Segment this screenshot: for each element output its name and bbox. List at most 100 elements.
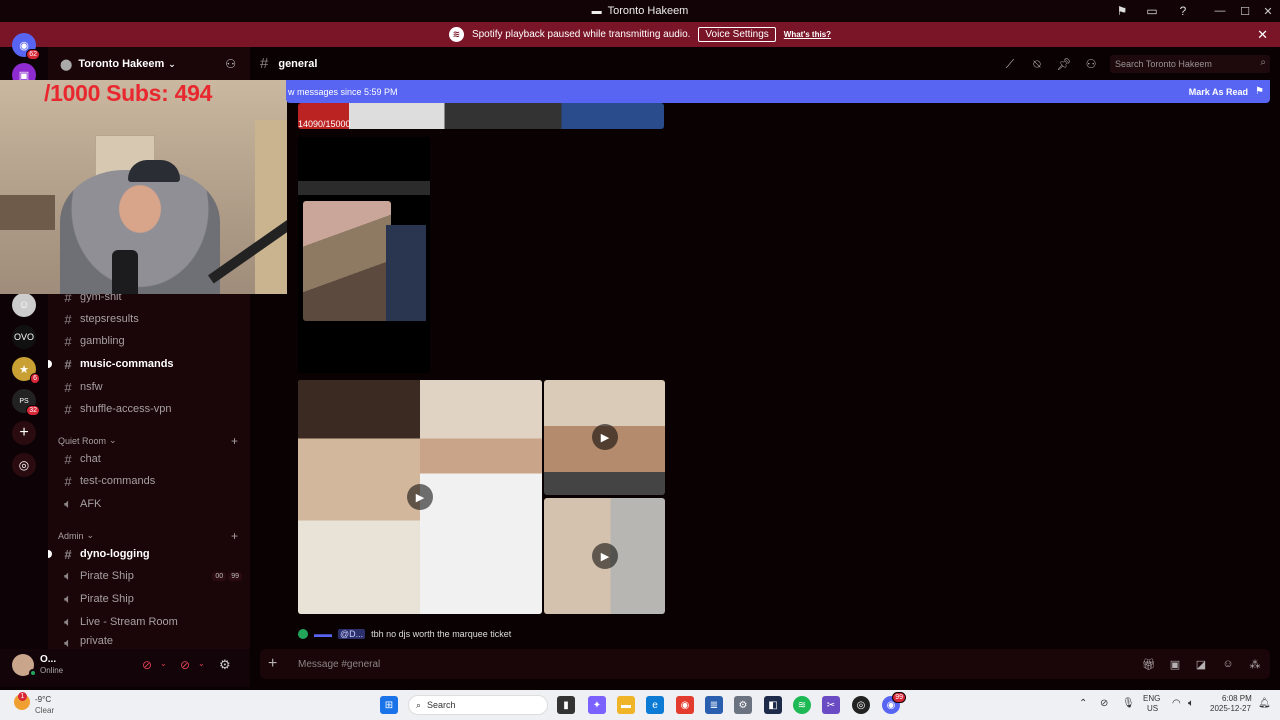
reply-username[interactable]: ▬▬ — [314, 629, 332, 639]
hash-icon: # — [64, 473, 72, 489]
pinned-messages-icon[interactable]: 📌︎ — [1056, 56, 1072, 72]
server-header[interactable]: ⬤ Toronto Hakeem ⌄ ⚇ — [48, 47, 250, 81]
message-input[interactable] — [298, 658, 998, 670]
task-view-icon[interactable]: ▮ — [557, 696, 575, 714]
help-icon[interactable]: ? — [1175, 3, 1191, 19]
clock-date[interactable]: 2025-12-27 — [1210, 704, 1251, 713]
whats-this-link[interactable]: What's this? — [784, 30, 831, 39]
app-icon[interactable]: ◧ — [764, 696, 782, 714]
user-count: 00 — [212, 571, 227, 581]
microphone-icon[interactable]: 🎙︎ — [1122, 698, 1135, 709]
gif-icon[interactable]: ▣ — [1168, 657, 1182, 671]
add-channel-icon[interactable]: + — [231, 434, 238, 448]
discover-icon[interactable]: ◎ — [12, 453, 36, 477]
hash-icon: # — [64, 379, 72, 395]
channel-label: Pirate Ship — [80, 570, 134, 582]
language-top[interactable]: ENG — [1143, 694, 1160, 703]
video-thumbnail-person — [386, 225, 426, 321]
start-windows-icon[interactable]: ⊞ — [380, 696, 398, 714]
channel-label: stepsresults — [80, 313, 139, 325]
channel-music-commands[interactable]: # music-commands — [48, 354, 242, 374]
direct-messages-button[interactable]: ◉ 62 — [12, 33, 40, 60]
clock-time[interactable]: 6:08 PM — [1222, 694, 1252, 703]
maximize-button[interactable]: ☐ — [1233, 0, 1257, 22]
gift-icon[interactable]: 🎁︎ — [1142, 657, 1156, 671]
new-messages-bar[interactable]: w messages since 5:59 PM Mark As Read ⚑ — [286, 80, 1270, 103]
chevron-up-icon[interactable]: ⌃ — [1079, 698, 1087, 709]
tiktok-video-1[interactable]: ▶ — [298, 380, 542, 614]
new-messages-text: w messages since 5:59 PM — [288, 86, 398, 97]
edge-icon[interactable]: e — [646, 696, 664, 714]
spotify-taskbar-icon[interactable]: ≋ — [793, 696, 811, 714]
emoji-icon[interactable]: ☺ — [1221, 657, 1235, 671]
inbox-icon[interactable]: ▭ — [1144, 3, 1160, 19]
wifi-icon[interactable]: ◠ — [1172, 698, 1181, 709]
threads-icon[interactable]: ⟋ — [1002, 56, 1018, 72]
deafen-muted-icon[interactable]: ⊘ — [180, 658, 190, 672]
voice-settings-button[interactable]: Voice Settings — [698, 27, 776, 42]
category-admin[interactable]: Admin ⌄ + — [58, 529, 238, 543]
close-window-button[interactable]: ✕ — [1256, 0, 1280, 22]
channel-chat[interactable]: # chat — [56, 449, 242, 469]
sticker-icon[interactable]: ◪ — [1194, 657, 1208, 671]
play-icon[interactable]: ▶ — [592, 424, 618, 450]
flag-icon[interactable]: ⚑ — [1114, 3, 1130, 19]
server-icon-text[interactable]: PS 32 — [12, 389, 40, 416]
play-icon[interactable]: ▶ — [407, 484, 433, 510]
close-banner-icon[interactable]: ✕ — [1257, 27, 1268, 43]
play-icon[interactable]: ▶ — [592, 543, 618, 569]
voice-channel-afk[interactable]: 🔈︎ AFK — [56, 494, 242, 514]
search-input[interactable]: Search Toronto Hakeem ⌕ — [1110, 55, 1270, 73]
minimize-button[interactable]: — — [1208, 0, 1232, 22]
user-avatar-small[interactable] — [298, 629, 308, 639]
settings-gear-icon[interactable]: ⚙ — [219, 657, 231, 673]
voice-channel-pirate-ship[interactable]: 🔈︎ Pirate Ship 00 99 — [56, 566, 242, 586]
channel-gambling[interactable]: # gambling — [56, 331, 242, 351]
chevron-down-icon: ⌄ — [86, 530, 95, 540]
obs-icon[interactable]: ◎ — [852, 696, 870, 714]
apps-icon[interactable]: ⁂ — [1248, 657, 1262, 671]
add-server-icon[interactable]: + — [12, 421, 36, 445]
notepad-icon[interactable]: ≣ — [705, 696, 723, 714]
channel-dyno-logging[interactable]: # dyno-logging — [48, 544, 242, 564]
category-quiet-room[interactable]: Quiet Room ⌄ + — [58, 434, 238, 448]
chrome-icon[interactable]: ◉ — [676, 696, 694, 714]
voice-channel-pirate-ship-2[interactable]: 🔈︎ Pirate Ship — [56, 589, 242, 609]
invite-people-icon[interactable]: ⚇ — [225, 57, 236, 71]
add-channel-icon[interactable]: + — [231, 529, 238, 543]
channel-shuffle-access-vpn[interactable]: # shuffle-access-vpn — [56, 399, 242, 419]
channel-test-commands[interactable]: # test-commands — [56, 471, 242, 491]
snipping-tool-icon[interactable]: ✂ — [822, 696, 840, 714]
volume-icon[interactable]: 🔈︎ — [1188, 698, 1194, 709]
video-thumbnail-flowers — [303, 201, 391, 321]
video-embed[interactable] — [298, 137, 430, 373]
notification-muted-icon[interactable]: ⍉ — [1029, 56, 1045, 72]
copilot-icon[interactable]: ✦ — [588, 696, 606, 714]
embedded-image-top[interactable] — [298, 103, 664, 129]
voice-channel-private[interactable]: 🔈︎ private — [56, 635, 242, 649]
settings-icon[interactable]: ⚙ — [734, 696, 752, 714]
chevron-down-icon[interactable]: ⌄ — [160, 659, 167, 668]
network-icon[interactable]: ⊘ — [1100, 698, 1108, 709]
language-bottom[interactable]: US — [1147, 704, 1158, 713]
discord-taskbar-icon[interactable]: ◉ 99 — [882, 692, 906, 714]
attach-plus-icon[interactable]: + — [268, 655, 284, 673]
mark-as-read-button[interactable]: Mark As Read — [1189, 87, 1248, 97]
channel-label: private — [80, 635, 114, 647]
voice-channel-live-stream-room[interactable]: 🔈︎ Live - Stream Room — [56, 612, 242, 632]
channel-stepsresults[interactable]: # stepsresults — [56, 309, 242, 329]
taskbar-search[interactable]: ⌕ Search — [408, 695, 548, 715]
notifications-icon[interactable]: 🔔︎ — [1258, 698, 1271, 709]
mic-muted-icon[interactable]: ⊘ — [142, 658, 152, 672]
discord-badge: 99 — [892, 692, 906, 703]
server-icon-avatar[interactable]: ☺ — [12, 293, 36, 317]
file-explorer-icon[interactable]: ▬ — [617, 696, 635, 714]
chevron-down-icon[interactable]: ⌄ — [198, 659, 205, 668]
server-icon-ovo[interactable]: OVO — [12, 325, 36, 349]
server-icon-yellow[interactable]: ★ 6 — [12, 357, 40, 384]
channel-nsfw[interactable]: # nsfw — [56, 377, 242, 397]
mention[interactable]: @D... — [338, 629, 366, 639]
tiktok-video-2[interactable]: ▶ — [544, 380, 665, 495]
tiktok-video-3[interactable]: ▶ — [544, 498, 665, 614]
member-list-icon[interactable]: ⚇ — [1083, 56, 1099, 72]
